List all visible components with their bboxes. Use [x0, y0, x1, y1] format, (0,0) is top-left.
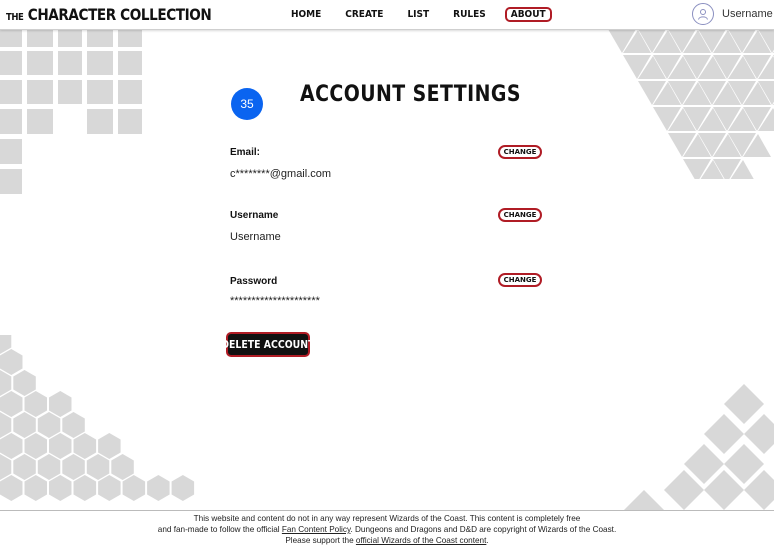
brand-name: CHARACTER COLLECTION [27, 5, 212, 24]
footer-line-3-text: Please support the [285, 536, 356, 545]
page-title: ACCOUNT SETTINGS [300, 82, 521, 107]
level-badge: 35 [231, 88, 263, 120]
footer-disclaimer: This website and content do not in any w… [0, 510, 774, 551]
delete-account-label: DELETE ACCOUNT [221, 338, 315, 351]
change-password-button[interactable]: CHANGE [498, 273, 542, 287]
site-logo[interactable]: THE CHARACTER COLLECTION [6, 5, 212, 24]
footer-line-2-text: and fan-made to follow the official [157, 525, 282, 534]
password-label: Password [230, 276, 278, 287]
user-icon[interactable] [692, 3, 714, 25]
footer-line-2: and fan-made to follow the official Fan … [0, 524, 774, 535]
nav-rules[interactable]: RULES [448, 7, 491, 22]
nav-list[interactable]: LIST [402, 7, 434, 22]
footer-line-2-tail: . Dungeons and Dragons and D&D are copyr… [350, 525, 617, 534]
username-field-label: Username [230, 210, 279, 221]
footer-line-1: This website and content do not in any w… [193, 514, 581, 523]
user-menu[interactable]: Username [692, 3, 773, 25]
email-value: c********@gmail.com [230, 168, 332, 180]
fan-content-policy-link[interactable]: Fan Content Policy [282, 525, 351, 534]
wotc-content-link[interactable]: official Wizards of the Coast content [356, 536, 486, 545]
footer-line-3: Please support the official Wizards of t… [0, 535, 774, 546]
top-navigation-bar: THE CHARACTER COLLECTION HOME CREATE LIS… [0, 0, 774, 30]
email-label: Email: [230, 147, 261, 158]
nav-home[interactable]: HOME [286, 7, 326, 22]
change-username-button[interactable]: CHANGE [498, 208, 542, 222]
username-label[interactable]: Username [722, 8, 773, 20]
nav-create[interactable]: CREATE [340, 7, 388, 22]
change-email-button[interactable]: CHANGE [498, 145, 542, 159]
password-value: ********************* [230, 295, 320, 307]
main-nav: HOME CREATE LIST RULES ABOUT [286, 7, 566, 22]
account-settings-panel: 35 ACCOUNT SETTINGS Email: c********@gma… [0, 0, 774, 548]
nav-about[interactable]: ABOUT [504, 7, 552, 22]
delete-account-button[interactable]: DELETE ACCOUNT [221, 332, 315, 357]
footer-line-3-tail: . [486, 536, 489, 545]
username-value: Username [230, 231, 281, 243]
brand-prefix: THE [6, 12, 24, 23]
